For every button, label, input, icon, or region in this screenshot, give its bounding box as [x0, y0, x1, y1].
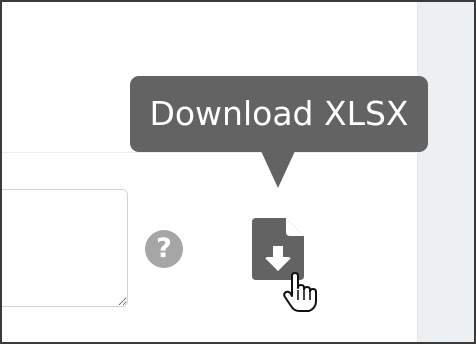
tooltip-arrow	[261, 151, 295, 188]
right-side-panel	[417, 2, 474, 342]
screenshot-frame: ? Download XLSX	[0, 0, 476, 344]
file-download-icon	[252, 218, 304, 280]
section-divider	[2, 152, 420, 153]
text-area-field[interactable]	[2, 189, 128, 307]
help-question-icon[interactable]: ?	[145, 230, 183, 268]
download-xlsx-button[interactable]	[252, 218, 304, 280]
download-tooltip: Download XLSX	[130, 76, 428, 152]
